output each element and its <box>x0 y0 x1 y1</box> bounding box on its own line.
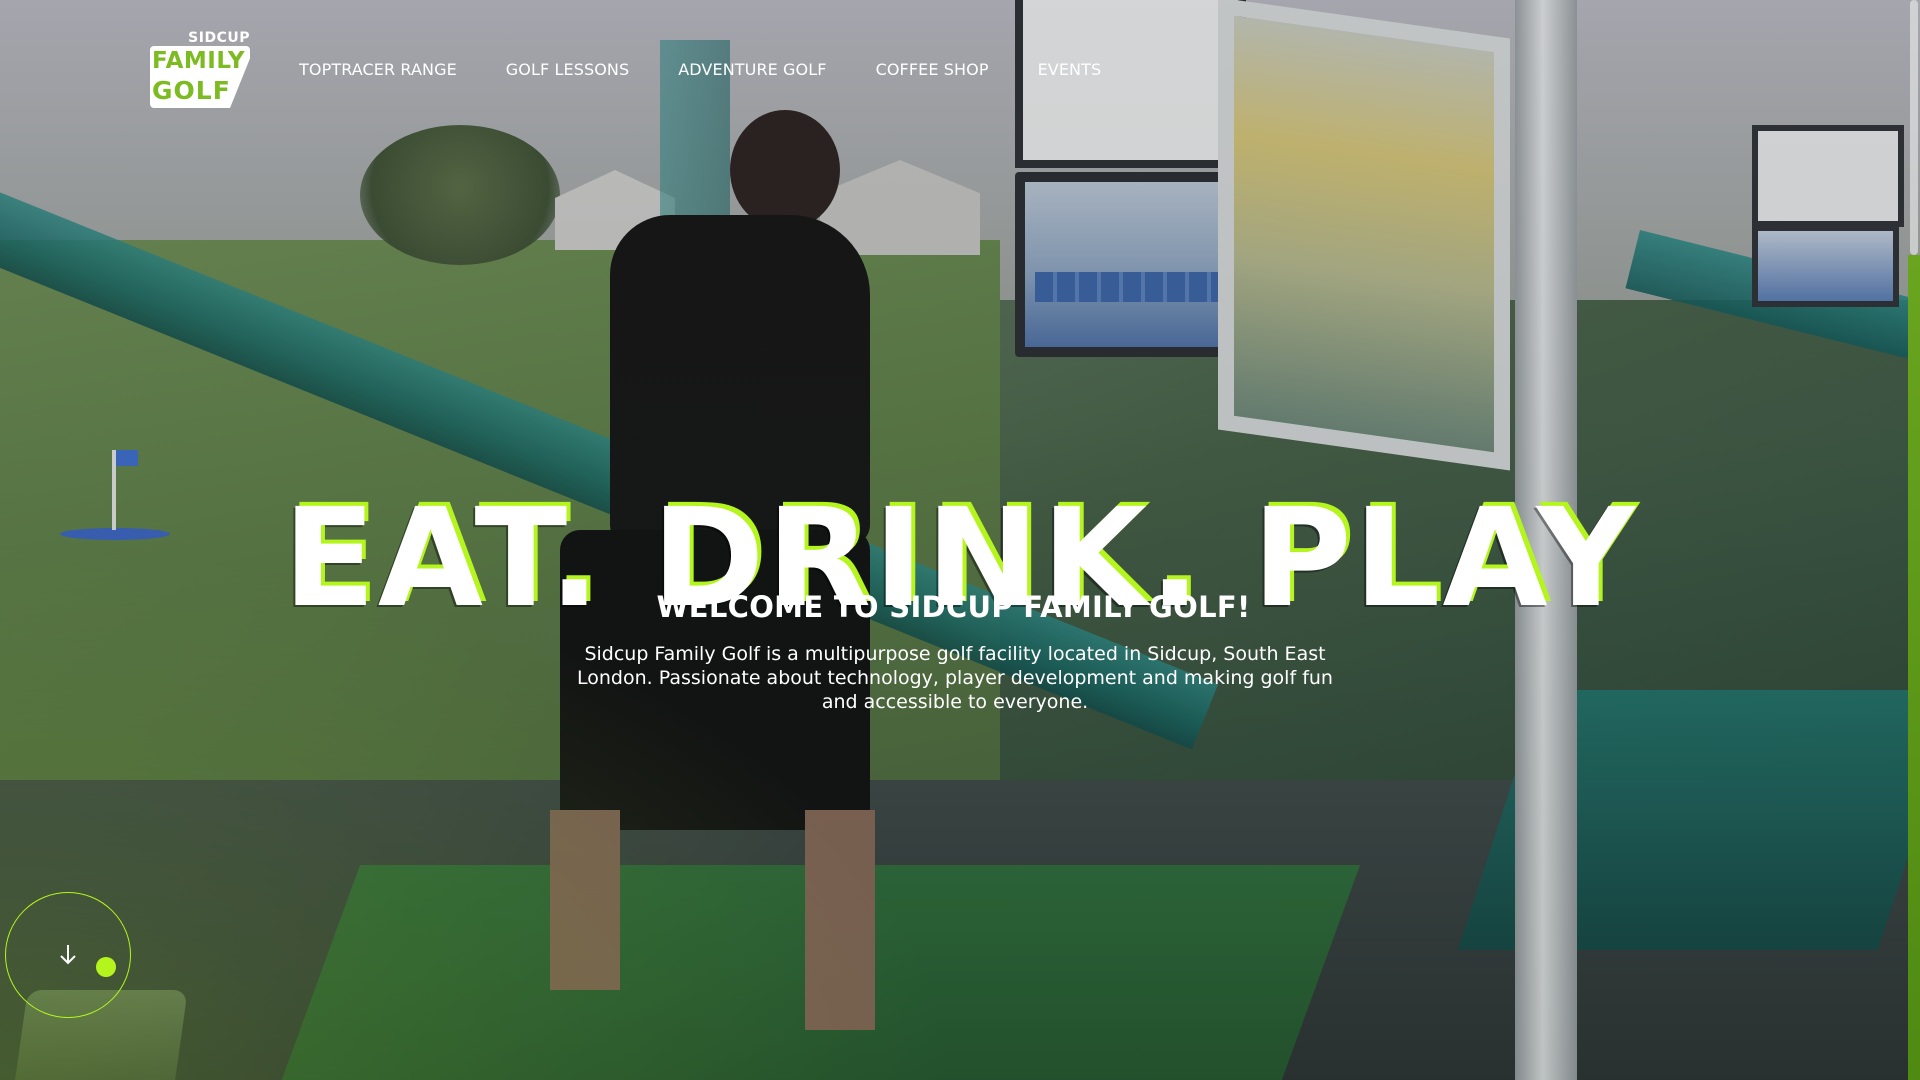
main-nav: TOPTRACER RANGE GOLF LESSONS ADVENTURE G… <box>299 60 1150 79</box>
scroll-indicator-dot <box>96 957 116 977</box>
scrollbar-thumb[interactable] <box>1910 0 1918 255</box>
nav-item-coffee-shop[interactable]: COFFEE SHOP <box>876 60 989 79</box>
hero-subheading: WELCOME TO SIDCUP FAMILY GOLF! <box>656 590 1251 625</box>
arrow-down-icon <box>60 945 76 965</box>
nav-item-adventure-golf[interactable]: ADVENTURE GOLF <box>678 60 826 79</box>
logo-golf-text: GOLF <box>152 76 231 105</box>
nav-item-events[interactable]: EVENTS <box>1038 60 1102 79</box>
scrollbar-track[interactable] <box>1908 255 1920 1080</box>
nav-item-golf-lessons[interactable]: GOLF LESSONS <box>506 60 629 79</box>
scroll-down-button[interactable] <box>5 892 131 1018</box>
site-logo[interactable]: SIDCUP FAMILY GOLF <box>150 30 250 108</box>
hero-section: SIDCUP FAMILY GOLF TOPTRACER RANGE GOLF … <box>0 0 1920 1080</box>
nav-item-toptracer-range[interactable]: TOPTRACER RANGE <box>299 60 457 79</box>
logo-top-text: SIDCUP <box>188 30 250 46</box>
hero-intro-text: Sidcup Family Golf is a multipurpose gol… <box>577 643 1333 713</box>
logo-family-text: FAMILY <box>152 48 246 74</box>
